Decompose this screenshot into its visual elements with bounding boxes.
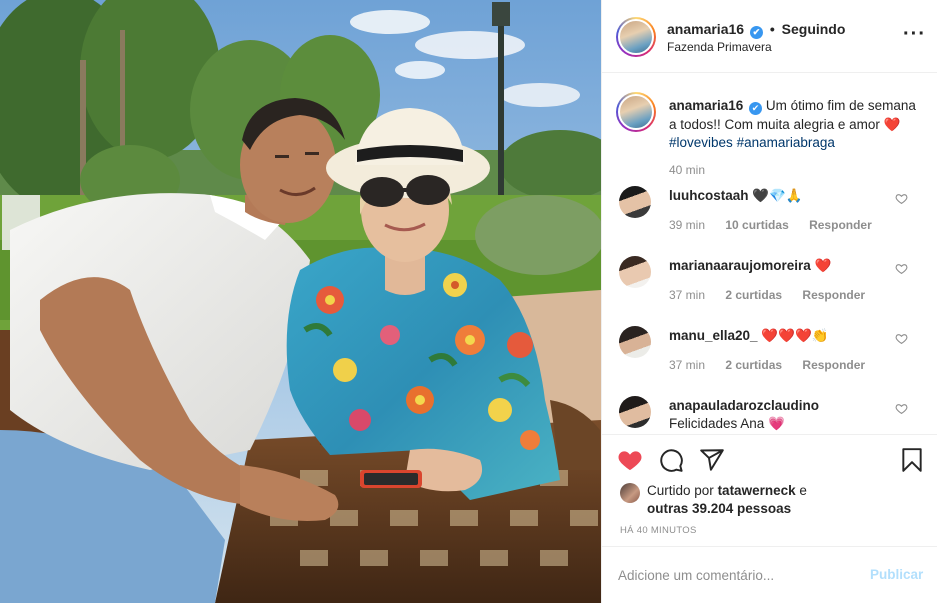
comment-item: marianaaraujomoreira ❤️ 37 min 2 curtida… xyxy=(602,256,937,316)
post-details-panel: anamaria16 ✔ • Seguindo Fazenda Primaver… xyxy=(601,0,937,603)
comment-time: 37 min xyxy=(669,288,706,302)
comment-line: anapauladarozclaudino xyxy=(669,398,819,413)
heart-outline-icon[interactable] xyxy=(895,402,908,415)
likes-conjunction: e xyxy=(799,483,807,498)
caption-text: anamaria16 ✔ Um ótimo fim de semana a to… xyxy=(669,97,921,153)
bookmark-icon[interactable] xyxy=(899,447,925,473)
commenter-username[interactable]: anapauladarozclaudino xyxy=(669,398,819,413)
heart-outline-icon[interactable] xyxy=(895,332,908,345)
likes-count[interactable]: outras 39.204 pessoas xyxy=(647,501,791,516)
commenter-username[interactable]: marianaaraujomoreira xyxy=(669,258,811,273)
post-location[interactable]: Fazenda Primavera xyxy=(667,40,772,54)
heart-outline-icon[interactable] xyxy=(895,262,908,275)
liker-username[interactable]: tatawerneck xyxy=(718,483,796,498)
comment-likes[interactable]: 2 curtidas xyxy=(725,358,782,372)
caption-time: 40 min xyxy=(669,163,706,177)
verified-badge-icon: ✔ xyxy=(749,102,763,115)
comment-text: ❤️ xyxy=(814,258,832,273)
comment-meta: 37 min 2 curtidas Responder xyxy=(669,288,882,302)
comment-item: luuhcostaah 🖤💎🙏 39 min 10 curtidas Respo… xyxy=(602,186,937,246)
commenter-avatar[interactable] xyxy=(619,186,651,218)
comment-time: 39 min xyxy=(669,218,706,232)
author-username[interactable]: anamaria16 xyxy=(667,21,744,37)
commenter-avatar[interactable] xyxy=(619,396,651,428)
commenter-avatar[interactable] xyxy=(619,326,651,358)
post-photo[interactable] xyxy=(0,0,601,603)
liker-avatar[interactable] xyxy=(620,483,640,503)
commenter-username[interactable]: manu_ella20_ xyxy=(669,328,758,343)
comment-line: marianaaraujomoreira ❤️ xyxy=(669,258,831,274)
comment-text: ❤️❤️❤️👏 xyxy=(761,328,829,343)
comment-icon[interactable] xyxy=(658,447,684,473)
header-separator: • xyxy=(769,21,775,37)
reply-button[interactable]: Responder xyxy=(802,288,865,302)
reply-button[interactable]: Responder xyxy=(809,218,872,232)
following-button[interactable]: Seguindo xyxy=(782,21,846,37)
caption-heart-emoji: ❤️ xyxy=(883,116,901,132)
comment-time: 37 min xyxy=(669,358,706,372)
post-timestamp[interactable]: HÁ 40 MINUTOS xyxy=(620,525,697,536)
commenter-username[interactable]: luuhcostaah xyxy=(669,188,749,203)
likes-text: Curtido por tatawerneck e outras 39.204 … xyxy=(647,482,807,518)
more-options-icon[interactable]: ··· xyxy=(903,24,926,44)
caption-username[interactable]: anamaria16 xyxy=(669,98,743,113)
hashtag-anamariabraga[interactable]: #anamariabraga xyxy=(737,135,835,150)
comment-likes[interactable]: 2 curtidas xyxy=(725,288,782,302)
comment-line: luuhcostaah 🖤💎🙏 xyxy=(669,188,803,204)
liked-by-prefix: Curtido por xyxy=(647,483,714,498)
comment-meta: 39 min 10 curtidas Responder xyxy=(669,218,889,232)
post-header: anamaria16 ✔ • Seguindo Fazenda Primaver… xyxy=(602,0,937,73)
comment-likes[interactable]: 10 curtidas xyxy=(725,218,788,232)
heart-filled-icon[interactable] xyxy=(617,447,643,473)
comment-item: manu_ella20_ ❤️❤️❤️👏 37 min 2 curtidas R… xyxy=(602,326,937,386)
comment-text: 🖤💎🙏 xyxy=(752,188,803,203)
reply-button[interactable]: Responder xyxy=(802,358,865,372)
hashtag-lovevibes[interactable]: #lovevibes xyxy=(669,135,733,150)
add-comment-bar: Publicar xyxy=(602,546,937,603)
comment-meta: 37 min 2 curtidas Responder xyxy=(669,358,882,372)
comment-input[interactable] xyxy=(618,564,848,586)
comment-line: manu_ella20_ ❤️❤️❤️👏 xyxy=(669,328,829,344)
heart-outline-icon[interactable] xyxy=(895,192,908,205)
share-icon[interactable] xyxy=(699,447,725,473)
publish-button[interactable]: Publicar xyxy=(870,567,923,582)
post-actions: Curtido por tatawerneck e outras 39.204 … xyxy=(602,434,937,546)
commenter-avatar[interactable] xyxy=(619,256,651,288)
comment-text: Felicidades Ana 💗 xyxy=(669,416,785,431)
caption-avatar-image xyxy=(618,94,654,130)
comment-item: anapauladarozclaudino Felicidades Ana 💗 xyxy=(602,396,937,434)
verified-badge-icon: ✔ xyxy=(749,26,763,39)
author-avatar[interactable] xyxy=(616,17,656,57)
post-photo-image xyxy=(0,0,601,603)
author-avatar-image xyxy=(618,19,654,55)
author-line: anamaria16 ✔ • Seguindo xyxy=(667,21,845,39)
caption-avatar[interactable] xyxy=(616,92,656,132)
